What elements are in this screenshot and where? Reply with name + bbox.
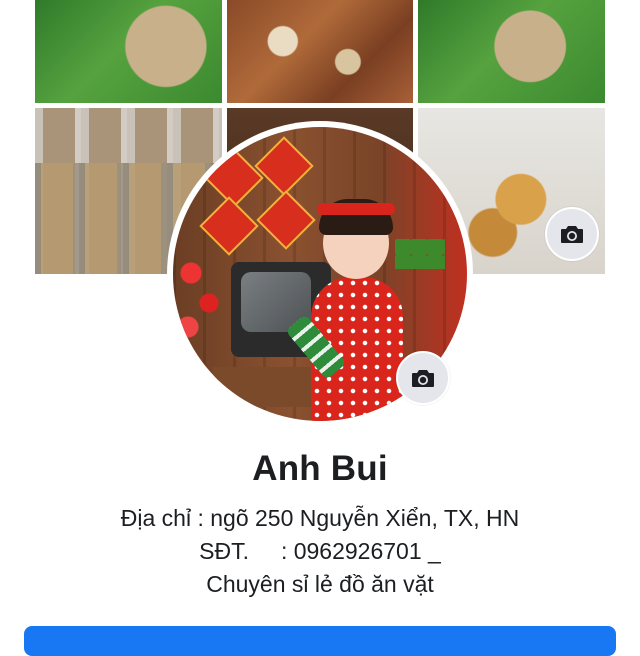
- bio-phone-line: SĐT. : 0962926701 _: [199, 538, 441, 564]
- cover-photo-nuts-jar-right: [418, 0, 605, 103]
- profile-name: Anh Bui: [252, 449, 388, 488]
- primary-action-button[interactable]: [24, 626, 616, 656]
- bio-address-line: Địa chỉ : ngõ 250 Nguyễn Xiển, TX, HN: [120, 505, 520, 531]
- edit-cover-photo-button[interactable]: [545, 207, 599, 261]
- camera-icon: [561, 226, 583, 243]
- child-headband: [317, 203, 395, 215]
- camera-icon: [412, 370, 434, 387]
- decor-plant: [395, 239, 445, 269]
- decor-flowers: [173, 237, 233, 357]
- bio-description-line: Chuyên sỉ lẻ đồ ăn vặt: [206, 571, 434, 597]
- edit-profile-picture-button[interactable]: [396, 351, 450, 405]
- cover-photo-nuts-jar-left: [35, 0, 222, 103]
- cover-photo-mixed-nuts: [227, 0, 413, 103]
